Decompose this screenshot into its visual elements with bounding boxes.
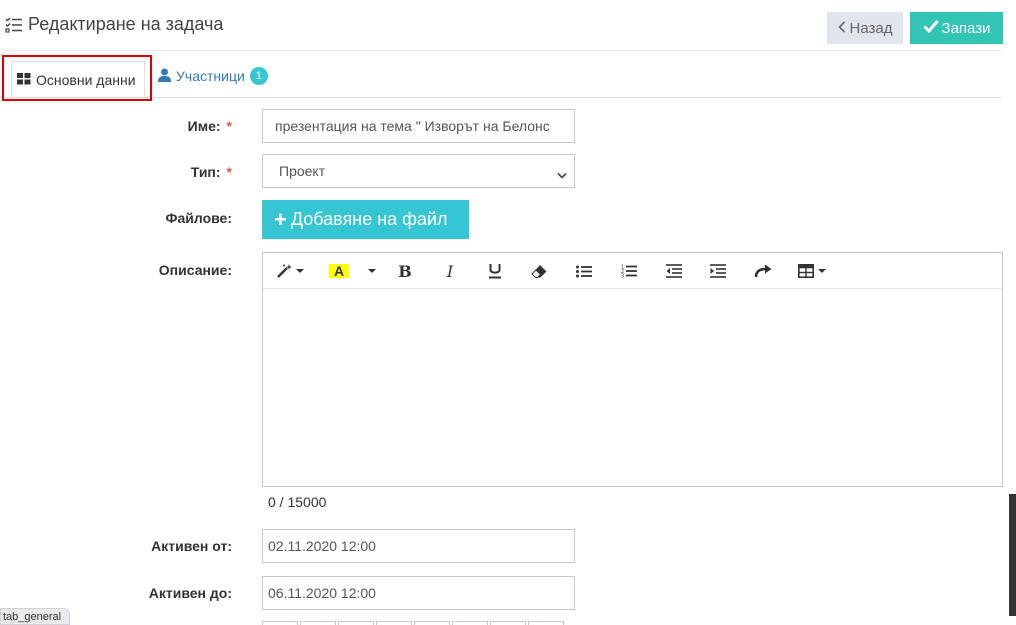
plus-icon: + bbox=[274, 206, 287, 232]
tab-participants[interactable]: Участници 1 bbox=[158, 67, 268, 85]
grid-icon bbox=[17, 72, 31, 88]
name-input[interactable]: презентация на тема " Изворът на Белонс bbox=[262, 109, 575, 143]
page-header: Редактиране на задача Назад Запази bbox=[0, 0, 1016, 51]
outdent-icon[interactable] bbox=[666, 261, 682, 281]
active-to-label: Активен до: bbox=[148, 585, 232, 601]
save-button-label: Запази bbox=[941, 19, 991, 37]
bold-icon[interactable]: B bbox=[397, 261, 413, 281]
name-input-value: презентация на тема " Изворът на Белонс bbox=[275, 118, 550, 134]
weekday-box[interactable] bbox=[376, 621, 412, 625]
check-icon bbox=[922, 19, 939, 37]
italic-icon[interactable]: I bbox=[443, 261, 457, 281]
active-from-label: Активен от: bbox=[151, 538, 232, 554]
back-button[interactable]: Назад bbox=[827, 12, 903, 44]
highlight-color-icon[interactable]: A bbox=[329, 261, 349, 281]
weekday-box[interactable] bbox=[300, 621, 336, 625]
weekday-box[interactable] bbox=[338, 621, 374, 625]
highlight-color-label: A bbox=[329, 264, 349, 279]
tab-general-highlight: Основни данни bbox=[2, 55, 152, 101]
name-required-mark: * bbox=[226, 118, 232, 134]
type-select-value: Проект bbox=[279, 163, 326, 179]
magic-wand-icon[interactable] bbox=[276, 261, 306, 281]
chevron-down-icon bbox=[557, 167, 567, 179]
weekday-box[interactable] bbox=[414, 621, 450, 625]
weekday-box[interactable] bbox=[528, 621, 564, 625]
header-divider bbox=[5, 50, 1002, 51]
type-required-mark: * bbox=[226, 164, 232, 180]
highlight-dropdown-icon[interactable] bbox=[366, 261, 378, 281]
tabs-divider bbox=[5, 97, 1002, 98]
type-select[interactable]: Проект bbox=[262, 154, 575, 188]
table-icon[interactable] bbox=[798, 261, 828, 281]
tab-general-label: Основни данни bbox=[36, 71, 136, 88]
ordered-list-icon[interactable]: 1 2 3 bbox=[621, 261, 637, 281]
files-label: Файлове: bbox=[165, 210, 232, 226]
active-to-value: 06.11.2020 12:00 bbox=[268, 585, 376, 601]
description-char-counter: 0 / 15000 bbox=[268, 494, 327, 510]
page-title-wrap: Редактиране на задача bbox=[5, 14, 223, 35]
indent-icon[interactable] bbox=[710, 261, 726, 281]
active-to-input[interactable]: 06.11.2020 12:00 bbox=[262, 576, 575, 610]
active-from-value: 02.11.2020 12:00 bbox=[268, 538, 376, 554]
tab-general[interactable]: Основни данни bbox=[11, 61, 145, 97]
redo-icon[interactable] bbox=[754, 261, 772, 281]
weekday-box[interactable] bbox=[490, 621, 526, 625]
name-label-row: Име: * bbox=[0, 118, 232, 134]
save-button[interactable]: Запази bbox=[910, 12, 1003, 44]
add-file-button[interactable]: + Добавяне на файл bbox=[262, 200, 469, 239]
tab-participants-label: Участници bbox=[176, 68, 245, 84]
page-title: Редактиране на задача bbox=[28, 14, 224, 34]
add-file-label: Добавяне на файл bbox=[290, 209, 448, 229]
type-label: Тип: bbox=[190, 164, 221, 180]
active-from-input[interactable]: 02.11.2020 12:00 bbox=[262, 529, 575, 563]
eraser-icon[interactable] bbox=[530, 261, 548, 281]
editor-toolbar: A B I 1 2 3 bbox=[263, 253, 1002, 289]
tasks-list-icon bbox=[5, 16, 23, 34]
participants-count-badge: 1 bbox=[249, 67, 268, 85]
underline-icon[interactable] bbox=[487, 261, 503, 281]
chevron-left-icon bbox=[837, 20, 846, 37]
back-button-label: Назад bbox=[849, 19, 893, 37]
description-editor[interactable]: A B I 1 2 3 bbox=[262, 252, 1003, 487]
description-label: Описание: bbox=[158, 262, 232, 278]
scrollbar-thumb[interactable] bbox=[1009, 494, 1016, 616]
weekday-box[interactable] bbox=[262, 621, 298, 625]
unordered-list-icon[interactable] bbox=[576, 261, 592, 281]
name-label: Име: bbox=[187, 118, 221, 134]
user-icon bbox=[158, 68, 171, 85]
weekday-box[interactable] bbox=[452, 621, 488, 625]
type-label-row: Тип: * bbox=[0, 164, 232, 180]
svg-text:3: 3 bbox=[621, 274, 624, 279]
status-tooltip: tab_general bbox=[0, 608, 70, 625]
